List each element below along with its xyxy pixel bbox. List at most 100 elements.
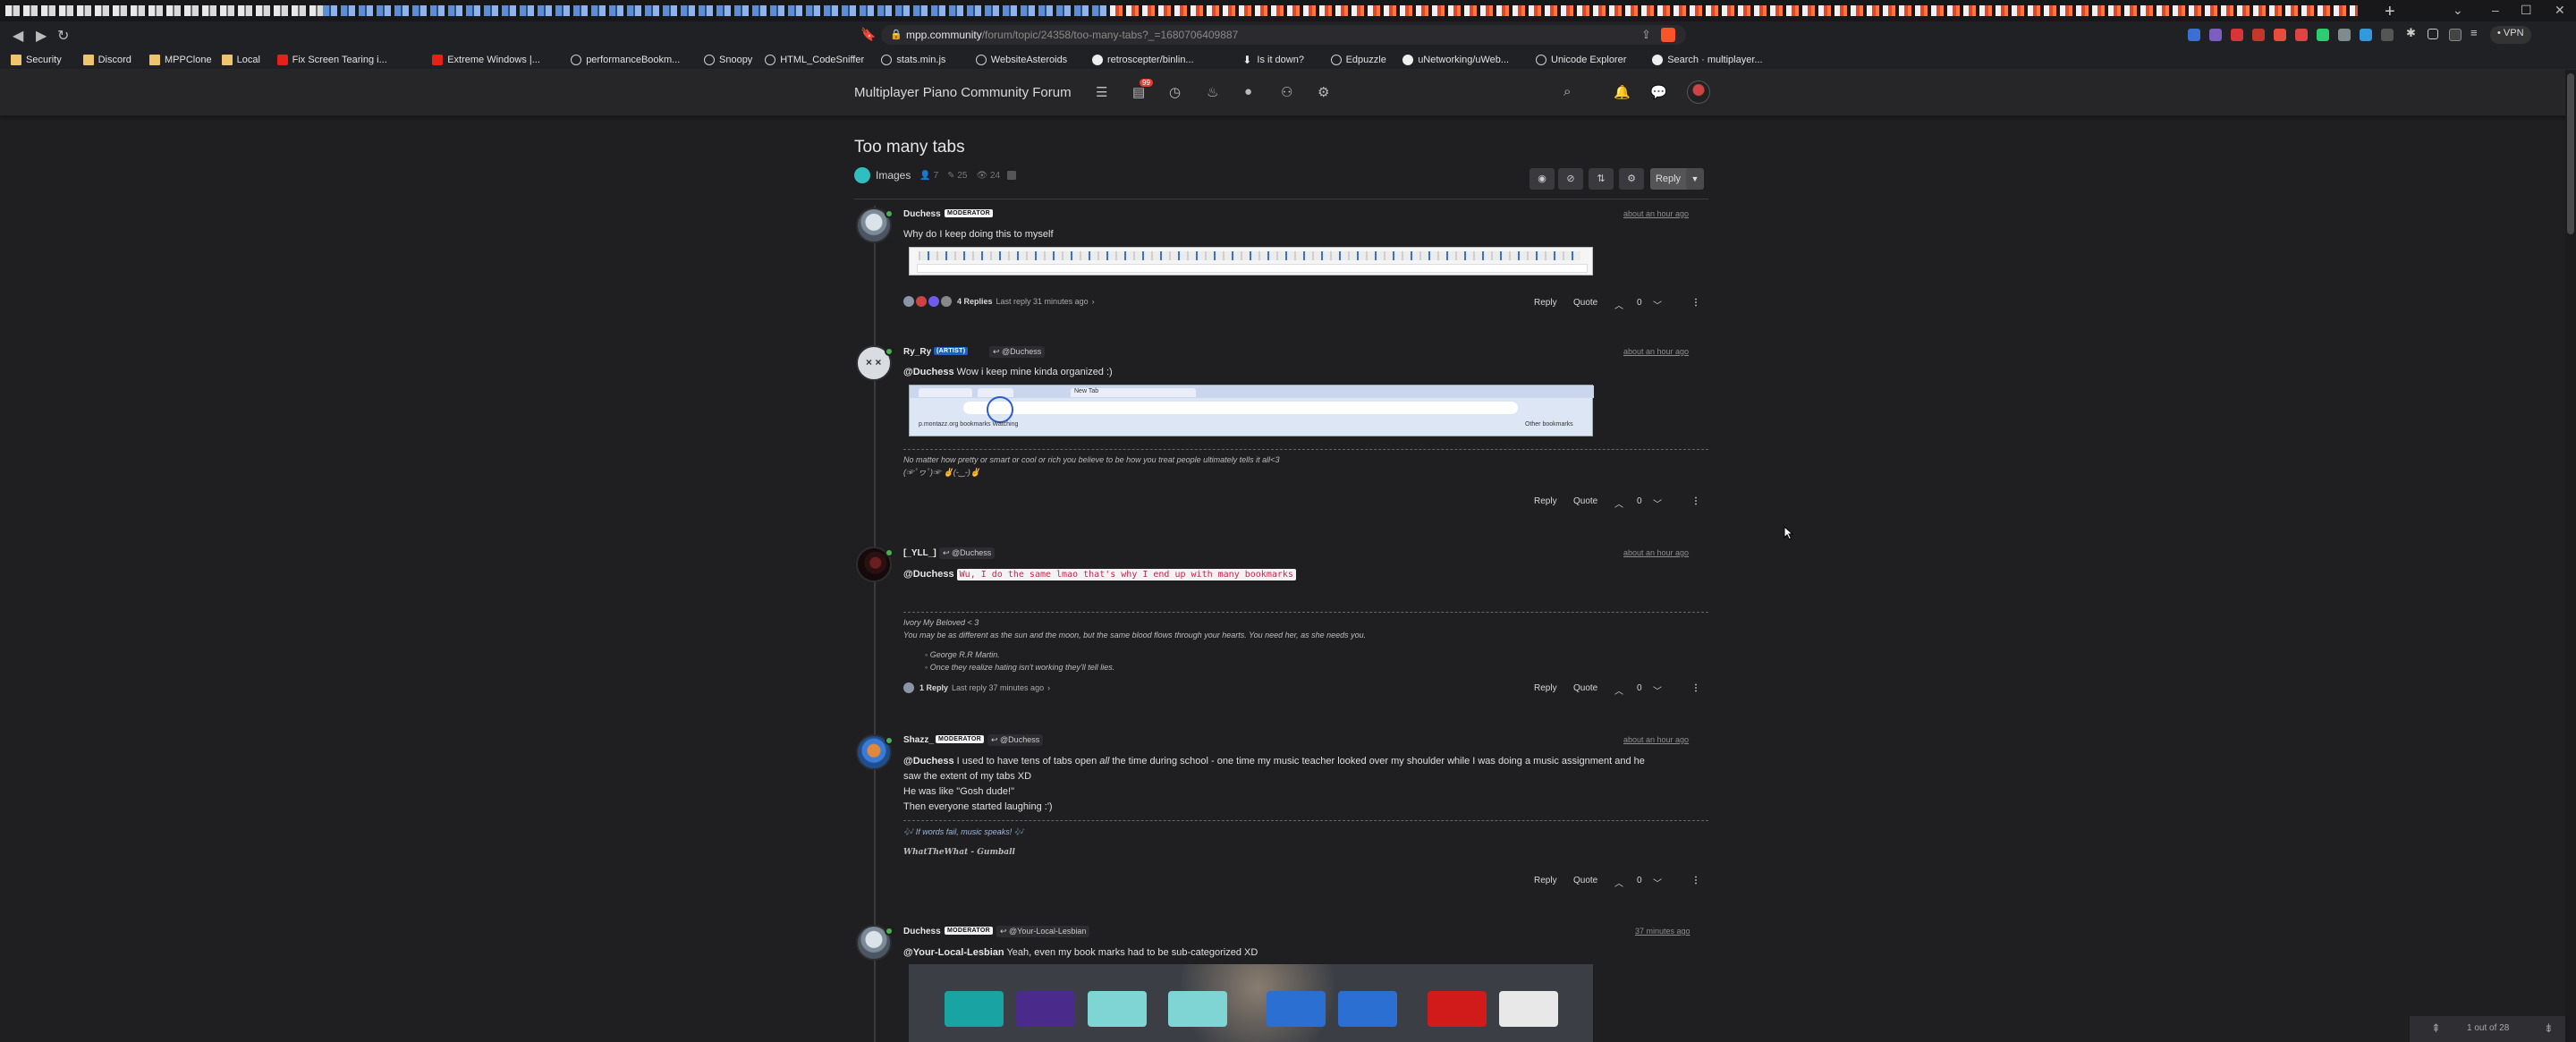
post-image[interactable] [909,964,1593,1042]
upvote-icon[interactable]: ︿ [1614,683,1623,697]
bookmark-item[interactable]: Discord [82,53,131,67]
extension-icon[interactable] [2231,29,2243,41]
replies-summary[interactable]: 1 Reply Last reply 37 minutes ago › [903,682,1050,693]
puzzle-icon[interactable]: ✱ [2406,26,2419,39]
bookmark-item[interactable]: HTML_CodeSniffer [765,53,864,67]
post-timestamp[interactable]: about an hour ago [1623,347,1689,356]
post-reply-button[interactable]: Reply [1534,683,1557,693]
new-tab-icon[interactable]: + [2385,2,2395,22]
bookmark-item[interactable]: WebsiteAsteroids [975,53,1067,67]
post-timestamp[interactable]: about an hour ago [1623,548,1689,557]
extension-icon[interactable] [2252,29,2265,41]
vpn-button[interactable]: • VPN [2490,26,2531,44]
search-icon[interactable]: ⌕ [1563,84,1571,99]
post-author[interactable]: Shazz_ [903,735,934,745]
downvote-icon[interactable]: ﹀ [1653,876,1662,889]
downvote-icon[interactable]: ﹀ [1653,683,1662,697]
extension-icon[interactable] [2360,29,2372,41]
back-icon[interactable]: ◀ [13,27,23,45]
post-reply-button[interactable]: Reply [1534,496,1557,506]
scroll-bottom-icon[interactable]: ⇟ [2544,1021,2554,1036]
users-icon[interactable]: ● [1244,84,1252,99]
bookmark-item[interactable]: Fix Screen Tearing i... [276,53,387,67]
bookmark-item[interactable]: performanceBookm... [571,53,680,67]
bookmark-item[interactable]: uNetworking/uWeb... [1402,53,1509,67]
topic-tools-button[interactable]: ⚙ [1619,168,1644,190]
mention-link[interactable]: @Duchess [903,756,954,767]
user-avatar[interactable] [1687,80,1710,104]
mark-unread-button[interactable]: ◉ [1530,168,1555,190]
post-timestamp[interactable]: about an hour ago [1623,209,1689,218]
upvote-icon[interactable]: ︿ [1614,876,1623,889]
downvote-icon[interactable]: ﹀ [1653,298,1662,311]
downvote-icon[interactable]: ﹀ [1653,496,1662,510]
category-link[interactable]: Images [876,169,911,182]
bookmark-item[interactable]: ⬇ Is it down? [1241,53,1304,67]
bookmark-item[interactable]: retroscepter/binlin... [1092,53,1194,67]
groups-icon[interactable]: ⚇ [1281,84,1292,100]
chevron-down-icon[interactable]: ⌄ [2453,3,2463,18]
upvote-icon[interactable]: ︿ [1614,496,1623,510]
browser-tabs-group[interactable] [323,5,1110,16]
post-menu-icon[interactable]: ⋮ [1691,496,1700,506]
maximize-icon[interactable]: ☐ [2521,3,2532,18]
post-menu-icon[interactable]: ⋮ [1691,876,1700,885]
replies-summary[interactable]: 4 Replies Last reply 31 minutes ago › [903,296,1095,307]
post-reply-button[interactable]: Reply [1534,298,1557,308]
bookmark-icon[interactable]: 🔖 [860,27,876,42]
browser-tab-strip[interactable]: + ⌄ – ☐ ✕ [0,0,2576,21]
admin-icon[interactable]: ⚙ [1318,84,1329,100]
artist-badge[interactable]: (ARTIST) [934,347,969,355]
extension-icon[interactable] [2295,29,2308,41]
post-image[interactable] [909,247,1593,275]
moderator-badge[interactable]: MODERATOR [945,927,993,935]
post-quote-button[interactable]: Quote [1573,298,1597,308]
post-menu-icon[interactable]: ⋮ [1691,683,1700,693]
browser-tabs[interactable] [5,5,2358,16]
moderator-badge[interactable]: MODERATOR [936,735,984,743]
page-scrollbar[interactable] [2565,70,2576,1042]
upvote-icon[interactable]: ︿ [1614,298,1623,311]
category-icon[interactable] [854,167,870,183]
extension-icon[interactable] [2188,29,2200,41]
minimize-icon[interactable]: – [2492,3,2499,17]
bookmark-item[interactable]: Extreme Windows |... [432,53,540,67]
lock-icon[interactable]: 🔒 [890,29,902,40]
rss-icon[interactable] [1007,171,1017,180]
brave-shield-icon[interactable] [1661,28,1675,42]
close-icon[interactable]: ✕ [2555,3,2565,18]
post-author[interactable]: Duchess [903,927,941,936]
post-quote-button[interactable]: Quote [1573,876,1597,885]
post-pager[interactable]: ⇞ 1 out of 28 ⇟ [2410,1016,2576,1042]
post-author[interactable]: Ry_Ry [903,347,931,357]
sort-button[interactable]: ⇅ [1589,168,1614,190]
post-quote-button[interactable]: Quote [1573,683,1597,693]
notifications-icon[interactable]: 🔔 [1614,84,1631,100]
browser-tabs-group[interactable] [1110,5,2358,16]
post-author[interactable]: Duchess [903,209,941,219]
post-timestamp[interactable]: about an hour ago [1623,735,1689,744]
bookmark-item[interactable]: Search · multiplayer... [1652,53,1763,67]
reload-icon[interactable]: ↻ [57,27,69,45]
forum-brand[interactable]: Multiplayer Piano Community Forum [854,85,1072,100]
chats-icon[interactable]: 💬 [1650,84,1667,100]
mention-link[interactable]: @Duchess [903,569,954,580]
watch-button[interactable]: ⊘ [1558,168,1583,190]
share-icon[interactable]: ⇪ [1641,28,1651,42]
post-timestamp[interactable]: 37 minutes ago [1635,927,1690,936]
extension-icon[interactable] [2274,29,2286,41]
post-author[interactable]: [_YLL_] [903,548,936,558]
wallet-icon[interactable] [2449,29,2462,41]
post-reply-button[interactable]: Reply [1534,876,1557,885]
popular-icon[interactable]: ♨ [1207,84,1218,100]
bookmark-item[interactable]: stats.min.js [881,53,945,67]
mention-link[interactable]: @Duchess [903,367,954,377]
bookmark-item[interactable]: MPPClone [149,53,212,67]
extension-icon[interactable] [2209,29,2222,41]
menu-icon[interactable]: ≡ [2470,26,2483,39]
extension-icon[interactable] [2338,29,2351,41]
bookmark-item[interactable]: Security [11,53,62,67]
sidebar-icon[interactable] [2428,29,2438,39]
forward-icon[interactable]: ▶ [36,27,47,45]
categories-icon[interactable]: ☰ [1096,84,1107,100]
